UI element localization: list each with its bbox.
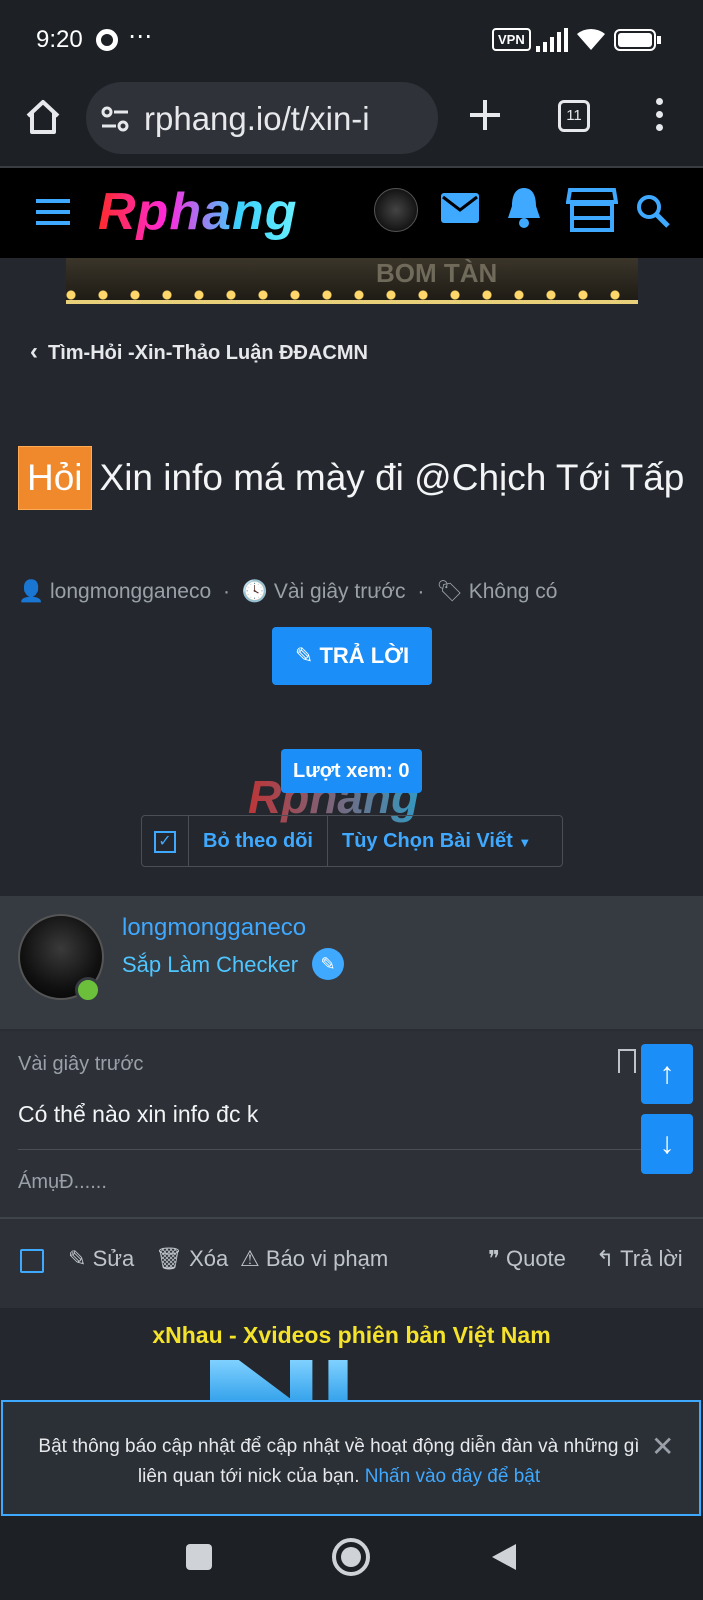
edit-button[interactable]: ✎ Sửa [68,1246,134,1272]
site-logo[interactable]: Rphang [98,182,298,242]
url-field[interactable]: rphang.io/t/xin-i [86,82,438,154]
post-actions: ✎ Sửa 🗑 Xóa ⚠ Báo vi phạm ❞ Quote ↰ Trả … [0,1239,703,1287]
tag-icon: 🏷 [436,580,463,603]
new-tab-icon[interactable] [468,98,502,132]
system-nav-bar [0,1516,703,1600]
delete-button[interactable]: 🗑 Xóa [155,1246,228,1272]
more-notifications: ⋯ [128,23,152,50]
quote-button[interactable]: ❞ Quote [488,1246,566,1272]
top-banner[interactable]: BOM TÀN [66,258,638,304]
thread-time[interactable]: Vài giây trước [274,580,406,603]
home-icon[interactable] [24,98,62,136]
user-badge-icon: ✎ [312,948,344,980]
chevron-left-icon: ‹ [30,338,38,365]
recents-button[interactable] [186,1544,212,1570]
browser-menu-icon[interactable] [656,98,664,136]
online-status-icon [75,977,101,1003]
ad-block[interactable]: xNhau - Xvideos phiên bản Việt Nam [0,1308,703,1408]
store-icon[interactable] [566,186,618,232]
clock: 9:20 [36,26,83,53]
select-checkbox[interactable]: ✓ [142,816,189,866]
reply-icon: ↰ [596,1246,615,1271]
scroll-to-top-button[interactable]: ↑ [641,1044,693,1104]
mail-icon[interactable] [440,192,480,224]
enable-notifications-link[interactable]: Nhấn vào đây để bật [365,1466,540,1487]
chrome-icon [96,29,118,51]
scroll-to-bottom-button[interactable]: ↓ [641,1114,693,1174]
thread-author[interactable]: longmongganeco [50,580,211,603]
pencil-icon: ✎ [68,1246,87,1271]
bookmark-icon[interactable] [618,1049,636,1073]
notification-text: Bật thông báo cập nhật để cập nhật về ho… [38,1436,640,1487]
site-settings-icon[interactable] [100,104,130,134]
hamburger-menu-icon[interactable] [36,199,70,225]
close-icon[interactable]: ✕ [651,1430,674,1463]
signal-icon [536,28,568,52]
thread-action-bar: ✓ Bỏ theo dõi Tùy Chọn Bài Viết ▼ [141,815,563,867]
user-title: Sắp Làm Checker [122,952,299,977]
url-text: rphang.io/t/xin-i [144,100,370,137]
home-button[interactable] [332,1538,370,1576]
post-user-block: longmongganeco Sắp Làm Checker ✎ [0,896,703,1031]
trash-icon: 🗑 [155,1246,183,1271]
avatar[interactable] [374,188,418,232]
tab-switcher-button[interactable]: 11 [558,100,590,132]
pencil-icon: ✎ [294,643,320,668]
post-time[interactable]: Vài giây trước [18,1053,143,1076]
arrow-down-icon: ↓ [659,1127,675,1160]
thread-prefix[interactable]: Hỏi [18,446,92,510]
caret-down-icon: ▼ [518,835,532,850]
bell-icon[interactable] [506,186,542,228]
back-button[interactable] [490,1542,518,1572]
post-username[interactable]: longmongganeco [122,914,306,942]
battery-icon [614,29,661,51]
view-count: Lượt xem: 0 [281,749,422,793]
checkbox-icon: ✓ [154,830,176,853]
browser-toolbar: rphang.io/t/xin-i 11 [0,80,703,168]
post: Vài giây trước Có thể nào xin info đc k … [0,1031,703,1311]
thread-tags: Không có [468,580,558,603]
quote-icon: ❞ [488,1246,500,1271]
page-title: Hỏi Xin info má mày đi @Chịch Tới Tấp [18,446,688,510]
reply-button[interactable]: ✎ TRẢ LỜI [272,627,432,685]
thread-options-button[interactable]: Tùy Chọn Bài Viết ▼ [328,816,545,866]
alert-icon: ⚠ [240,1246,260,1271]
report-button[interactable]: ⚠ Báo vi phạm [240,1246,388,1272]
post-body: Có thể nào xin info đc k [18,1101,259,1127]
push-notification-prompt: Bật thông báo cập nhật để cập nhật về ho… [1,1400,701,1516]
ad-title[interactable]: xNhau - Xvideos phiên bản Việt Nam [0,1322,703,1349]
divider [0,1217,703,1219]
reply-post-button[interactable]: ↰ Trả lời [596,1246,683,1272]
clock-icon: 🕓 [241,580,268,603]
thread-meta: 👤 longmongganeco · 🕓 Vài giây trước · 🏷 … [18,580,558,603]
search-icon[interactable] [636,194,670,228]
unwatch-button[interactable]: Bỏ theo dõi [189,816,328,866]
user-icon: 👤 [18,580,45,603]
breadcrumb[interactable]: ‹ Tìm-Hỏi -Xin-Thảo Luận ĐĐACMN [30,338,368,366]
wifi-icon [577,28,605,50]
thread-title: Xin info má mày đi @Chịch Tới Tấp [99,457,685,498]
arrow-up-icon: ↑ [659,1057,675,1090]
banner-text: BOM TÀN [376,258,498,288]
signature: ÁmụĐ...... [18,1171,107,1193]
vpn-icon: VPN [492,28,531,51]
status-bar: 9:20 ⋯ VPN [0,0,703,80]
divider [18,1149,648,1150]
site-header: Rphang [0,168,703,258]
breadcrumb-label: Tìm-Hỏi -Xin-Thảo Luận ĐĐACMN [48,342,368,364]
